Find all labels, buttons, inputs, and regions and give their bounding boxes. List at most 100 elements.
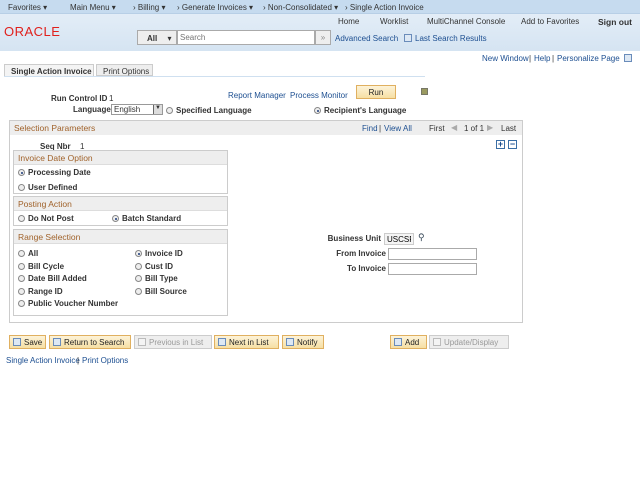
radio-icon bbox=[18, 263, 25, 270]
divider: | bbox=[552, 54, 555, 63]
language-select[interactable]: English ▼ bbox=[111, 104, 163, 115]
divider: | bbox=[77, 356, 80, 365]
nav-label: Favorites bbox=[8, 3, 41, 12]
language-value: English bbox=[114, 105, 141, 114]
nav-billing[interactable]: › Billing ▾ bbox=[133, 3, 165, 12]
batch-standard-radio[interactable]: Batch Standard bbox=[112, 214, 181, 223]
lookup-icon[interactable]: ⚲ bbox=[418, 232, 425, 243]
grid-icon[interactable] bbox=[624, 54, 632, 62]
run-button[interactable]: Run bbox=[356, 85, 396, 99]
business-unit-input[interactable] bbox=[384, 233, 414, 245]
delete-row-icon[interactable]: − bbox=[508, 140, 517, 149]
link-multichannel[interactable]: MultiChannel Console bbox=[427, 17, 505, 26]
search-results-icon bbox=[404, 34, 412, 42]
from-invoice-input[interactable] bbox=[388, 248, 477, 260]
add-icon bbox=[394, 338, 402, 346]
previous-in-list-button[interactable]: Previous in List bbox=[134, 335, 212, 349]
link-worklist[interactable]: Worklist bbox=[380, 17, 408, 26]
save-icon bbox=[13, 338, 21, 346]
return-to-search-button[interactable]: Return to Search bbox=[49, 335, 131, 349]
tab-print-options[interactable]: Print Options bbox=[96, 64, 153, 76]
radio-icon bbox=[314, 107, 321, 114]
next-in-list-button[interactable]: Next in List bbox=[214, 335, 279, 349]
do-not-post-radio[interactable]: Do Not Post bbox=[18, 214, 74, 223]
radio-icon bbox=[166, 107, 173, 114]
recipients-language-radio[interactable]: Recipient's Language bbox=[314, 106, 406, 115]
divider: | bbox=[379, 124, 382, 133]
link-home[interactable]: Home bbox=[338, 17, 359, 26]
radio-label: Bill Source bbox=[145, 287, 187, 296]
language-label: Language bbox=[73, 105, 111, 114]
radio-label: All bbox=[28, 249, 39, 258]
previous-icon[interactable]: ◀ bbox=[451, 123, 457, 132]
nav-non-consolidated[interactable]: › Non-Consolidated ▾ bbox=[263, 3, 338, 12]
nav-label: Main Menu bbox=[70, 3, 110, 12]
last-search-results-link[interactable]: Last Search Results bbox=[404, 34, 487, 43]
link-sign-out[interactable]: Sign out bbox=[598, 17, 632, 27]
range-bill-type-radio[interactable]: Bill Type bbox=[135, 274, 178, 283]
specified-language-radio[interactable]: Specified Language bbox=[166, 106, 252, 115]
report-manager-link[interactable]: Report Manager bbox=[228, 91, 286, 100]
footer-link-single-action-invoice[interactable]: Single Action Invoice bbox=[6, 356, 80, 365]
help-link[interactable]: Help bbox=[534, 54, 550, 63]
range-bill-cycle-radio[interactable]: Bill Cycle bbox=[18, 262, 64, 271]
radio-icon bbox=[18, 275, 25, 282]
search-go-button[interactable]: » bbox=[315, 30, 331, 45]
row-count: 1 of 1 bbox=[464, 124, 485, 133]
range-range-id-radio[interactable]: Range ID bbox=[18, 287, 63, 296]
from-invoice-label: From Invoice bbox=[336, 249, 386, 258]
next-icon[interactable]: ▶ bbox=[487, 123, 493, 132]
radio-icon bbox=[135, 275, 142, 282]
section-title: Selection Parameters bbox=[14, 123, 96, 133]
add-button[interactable]: Add bbox=[390, 335, 427, 349]
range-invoice-id-radio[interactable]: Invoice ID bbox=[135, 249, 183, 258]
notify-button[interactable]: Notify bbox=[282, 335, 324, 349]
advanced-search-link[interactable]: Advanced Search bbox=[335, 34, 398, 43]
link-add-favorites[interactable]: Add to Favorites bbox=[521, 17, 579, 26]
radio-label: Invoice ID bbox=[145, 249, 183, 258]
radio-label: Public Voucher Number bbox=[28, 299, 119, 308]
range-all-radio[interactable]: All bbox=[18, 249, 38, 258]
chevron-down-icon: ▼ bbox=[153, 105, 162, 114]
radio-label: User Defined bbox=[28, 183, 78, 192]
range-cust-id-radio[interactable]: Cust ID bbox=[135, 262, 173, 271]
next-icon bbox=[218, 338, 226, 346]
radio-icon bbox=[135, 250, 142, 257]
button-label: Previous in List bbox=[149, 338, 204, 347]
button-label: Notify bbox=[297, 338, 318, 347]
personalize-link[interactable]: Personalize Page bbox=[557, 54, 620, 63]
search-input[interactable] bbox=[177, 30, 315, 45]
last-search-label: Last Search Results bbox=[415, 34, 487, 43]
range-public-voucher-radio[interactable]: Public Voucher Number bbox=[18, 299, 118, 308]
range-date-bill-added-radio[interactable]: Date Bill Added bbox=[18, 274, 87, 283]
radio-icon bbox=[18, 169, 25, 176]
add-row-icon[interactable]: + bbox=[496, 140, 505, 149]
process-monitor-link[interactable]: Process Monitor bbox=[290, 91, 348, 100]
nav-favorites[interactable]: Favorites ▾ bbox=[8, 3, 47, 12]
group-title: Range Selection bbox=[14, 230, 227, 244]
radio-label: Recipient's Language bbox=[324, 106, 407, 115]
range-bill-source-radio[interactable]: Bill Source bbox=[135, 287, 187, 296]
nav-generate-invoices[interactable]: › Generate Invoices ▾ bbox=[177, 3, 253, 12]
footer-link-print-options[interactable]: Print Options bbox=[82, 356, 128, 365]
new-window-link[interactable]: New Window bbox=[482, 54, 529, 63]
find-link[interactable]: Find bbox=[362, 124, 378, 133]
button-label: Return to Search bbox=[64, 338, 125, 347]
nav-single-action-invoice[interactable]: › Single Action Invoice bbox=[345, 3, 424, 12]
search-scope-select[interactable]: All ▾ bbox=[137, 30, 177, 45]
update-display-button[interactable]: Update/Display bbox=[429, 335, 509, 349]
button-label: Update/Display bbox=[444, 338, 499, 347]
button-label: Save bbox=[24, 338, 43, 347]
user-defined-radio[interactable]: User Defined bbox=[18, 183, 77, 192]
notify-icon bbox=[286, 338, 294, 346]
nav-main-menu[interactable]: Main Menu ▾ bbox=[70, 3, 116, 12]
processing-date-radio[interactable]: Processing Date bbox=[18, 168, 91, 177]
process-icon[interactable] bbox=[421, 88, 428, 95]
view-all-link[interactable]: View All bbox=[384, 124, 412, 133]
to-invoice-label: To Invoice bbox=[347, 264, 386, 273]
save-button[interactable]: Save bbox=[9, 335, 46, 349]
to-invoice-input[interactable] bbox=[388, 263, 477, 275]
radio-icon bbox=[18, 300, 25, 307]
radio-icon bbox=[135, 288, 142, 295]
radio-label: Date Bill Added bbox=[28, 274, 87, 283]
